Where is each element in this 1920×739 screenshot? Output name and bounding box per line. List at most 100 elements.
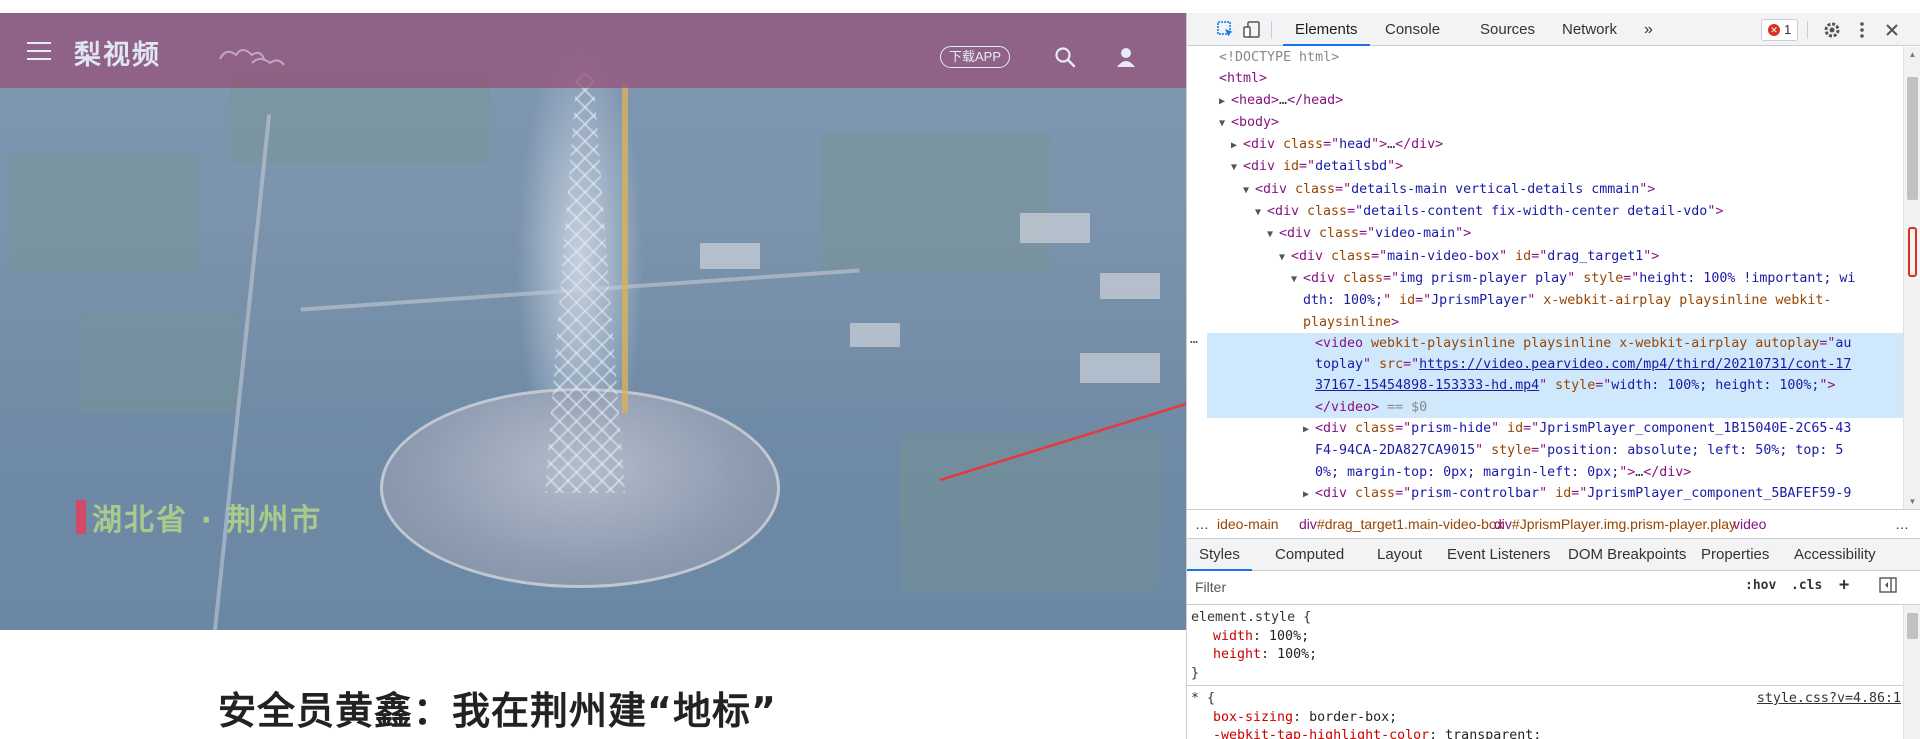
dom-line[interactable]: ▼ <div class="video-main"> (1207, 223, 1904, 245)
breadcrumb-item-selected[interactable]: video (1733, 510, 1766, 538)
expand-right-icon[interactable]: ▶ (1231, 135, 1243, 156)
expand-down-icon[interactable]: ▼ (1291, 269, 1303, 290)
dom-token: "> (1707, 204, 1724, 220)
tab-elements[interactable]: Elements (1283, 13, 1370, 46)
tab-dom-breakpoints[interactable]: DOM Breakpoints (1568, 539, 1686, 571)
css-property-name: -webkit-tap-highlight-color (1213, 728, 1430, 739)
dom-tree-scrollbar[interactable]: ▲ ▼ (1903, 47, 1920, 509)
dom-token: src (1379, 357, 1404, 373)
dom-token: video-main (1375, 226, 1456, 242)
toggle-sidebar-icon[interactable] (1879, 577, 1897, 597)
site-logo[interactable]: 梨视频 (74, 33, 161, 72)
expand-right-icon[interactable]: ▶ (1219, 91, 1231, 112)
scrollbar-thumb[interactable] (1907, 613, 1918, 639)
class-toggle-button[interactable]: .cls (1791, 578, 1822, 593)
scroll-down-icon[interactable]: ▼ (1908, 497, 1917, 506)
dom-line[interactable]: 0%; margin-top: 0px; margin-left: 0px;">… (1207, 462, 1904, 483)
settings-gear-icon[interactable] (1821, 19, 1843, 41)
dom-token: <div (1291, 248, 1332, 264)
construction-crane (622, 83, 628, 413)
dom-line[interactable]: ▼ <div class="main-video-box" id="drag_ta… (1207, 246, 1904, 268)
css-property[interactable]: height: 100%; (1191, 646, 1899, 665)
tab-computed[interactable]: Computed (1275, 539, 1344, 571)
tab-console[interactable]: Console (1385, 13, 1440, 46)
tab-properties[interactable]: Properties (1701, 539, 1769, 571)
dom-line[interactable]: playsinline> (1207, 312, 1904, 333)
dom-line[interactable]: ▼ <div id="detailsbd"> (1207, 156, 1904, 178)
dom-line[interactable]: ▶ <div class="prism-hide" id="JprismPlaye… (1207, 418, 1904, 440)
dom-token: prism-controlbar (1411, 485, 1540, 501)
scenery-field (10, 153, 200, 273)
device-toolbar-icon[interactable] (1241, 19, 1263, 41)
expand-down-icon[interactable]: ▼ (1255, 202, 1267, 223)
dom-line[interactable]: ▶ <div class="prism-controlbar" id="Jpris… (1207, 483, 1904, 505)
expand-down-icon[interactable]: ▼ (1219, 113, 1231, 134)
close-devtools-icon[interactable] (1881, 19, 1903, 41)
tab-event-listeners[interactable]: Event Listeners (1447, 539, 1550, 571)
download-app-button[interactable]: 下载APP (940, 46, 1011, 68)
tab-network[interactable]: Network (1562, 13, 1617, 46)
dom-line-selected[interactable]: 37167-15454898-153333-hd.mp4" style="wid… (1207, 375, 1904, 397)
tab-layout[interactable]: Layout (1377, 539, 1422, 571)
breadcrumb-item[interactable]: ideo-main (1217, 510, 1278, 538)
error-count-badge[interactable]: ✕ 1 (1761, 19, 1799, 41)
dom-line[interactable]: ▶ <head>…</head> (1207, 90, 1904, 112)
more-tabs-button[interactable]: » (1644, 13, 1653, 46)
inspect-element-icon[interactable] (1215, 19, 1237, 41)
css-rule[interactable]: * {style.css?v=4.86:1 box-sizing: border-… (1187, 685, 1903, 739)
dom-token: class (1319, 226, 1360, 242)
styles-scrollbar[interactable] (1903, 605, 1920, 739)
styles-filter-input[interactable] (1191, 575, 1707, 599)
dom-tree[interactable]: <!DOCTYPE html> <html> ▶ <head>…</head> ▼ <bo… (1207, 47, 1904, 508)
expand-down-icon[interactable]: ▼ (1279, 247, 1291, 268)
dom-line-selected[interactable]: toplay" src="https://video.pearvideo.com… (1207, 354, 1904, 376)
dom-line[interactable]: 36E-4921-A330-B8CEE3731897" style="displ… (1207, 505, 1904, 508)
dom-line[interactable]: ▼ <div class="img prism-player play" styl… (1207, 268, 1904, 290)
dom-line[interactable]: ▼ <body> (1207, 112, 1904, 134)
dom-token: "> (1371, 137, 1388, 153)
css-property-value: border-box; (1309, 709, 1398, 725)
breadcrumb-item[interactable]: div#drag_target1.main-video-box (1299, 510, 1504, 538)
search-icon[interactable] (1054, 46, 1076, 68)
video-player[interactable]: 湖北省 · 荆州市 (0, 13, 1186, 630)
expand-right-icon[interactable]: ▶ (1303, 419, 1315, 440)
expand-down-icon[interactable]: ▼ (1243, 180, 1255, 201)
new-rule-button[interactable]: + (1839, 575, 1849, 595)
breadcrumb-item[interactable]: div#JprismPlayer.img.prism-player.play (1494, 510, 1736, 538)
tab-accessibility[interactable]: Accessibility (1794, 539, 1876, 571)
dom-line[interactable]: F4-94CA-2DA827CA9015" style="position: a… (1207, 440, 1904, 461)
more-options-icon[interactable] (1851, 19, 1873, 41)
css-source-link[interactable]: style.css?v=4.86:1 (1757, 690, 1901, 709)
tab-sources[interactable]: Sources (1480, 13, 1535, 46)
breadcrumb-more[interactable]: … (1895, 510, 1909, 538)
dom-token: " (1539, 378, 1556, 394)
css-property[interactable]: box-sizing: border-box; (1191, 709, 1899, 728)
tab-styles[interactable]: Styles (1187, 539, 1252, 571)
dom-line-selected[interactable]: </video> == $0 (1207, 396, 1904, 419)
dom-line[interactable]: <!DOCTYPE html> (1207, 47, 1904, 68)
dom-token: JprismPlayer (1431, 293, 1528, 309)
expand-right-icon[interactable]: ▶ (1303, 484, 1315, 505)
dom-line[interactable]: dth: 100%;" id="JprismPlayer" x-webkit-a… (1207, 290, 1904, 311)
expand-down-icon[interactable]: ▼ (1231, 157, 1243, 178)
hover-state-button[interactable]: :hov (1745, 578, 1776, 593)
styles-pane[interactable]: element.style {width: 100%; height: 100%;… (1187, 605, 1903, 739)
dom-token: </div> (1643, 464, 1692, 480)
dom-line[interactable]: <html> (1207, 68, 1904, 89)
css-property[interactable]: width: 100%; (1191, 628, 1899, 647)
dom-line-selected[interactable]: <video webkit-playsinline playsinline x-… (1207, 332, 1904, 355)
dom-line[interactable]: ▼ <div class="details-main vertical-detai… (1207, 179, 1904, 201)
dom-line[interactable]: ▼ <div class="details-content fix-width-c… (1207, 201, 1904, 223)
scenery-house (700, 243, 760, 269)
expand-down-icon[interactable]: ▼ (1267, 224, 1279, 245)
styles-subtabs: Styles Computed Layout Event Listeners D… (1187, 539, 1920, 571)
menu-icon[interactable] (27, 42, 51, 60)
css-rule[interactable]: element.style {width: 100%; height: 100%;… (1187, 605, 1903, 685)
dom-more-icon[interactable]: … (1190, 332, 1198, 347)
dom-line[interactable]: ▶ <div class="head">…</div> (1207, 134, 1904, 156)
css-property[interactable]: -webkit-tap-highlight-color: transparent… (1191, 727, 1899, 739)
scrollbar-thumb[interactable] (1907, 77, 1918, 200)
breadcrumb-more[interactable]: … (1195, 510, 1209, 538)
user-icon[interactable] (1115, 46, 1137, 68)
scroll-up-icon[interactable]: ▲ (1908, 50, 1917, 59)
